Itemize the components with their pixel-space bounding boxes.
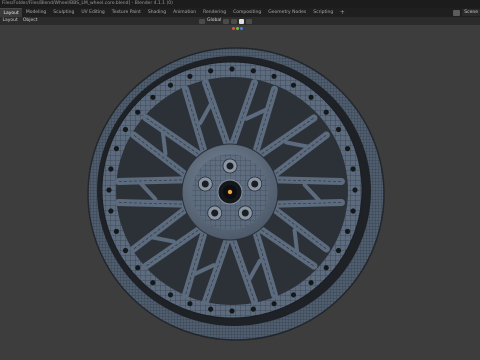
wheel-spoke-link: [160, 130, 168, 156]
workspace-tab-uv-editing[interactable]: UV Editing: [78, 8, 108, 17]
rim-bolt: [290, 292, 297, 298]
rim-bolt: [344, 228, 351, 234]
menu-layout[interactable]: Layout: [0, 17, 20, 25]
3d-viewport[interactable]: [0, 25, 480, 360]
workspace-tab-animation[interactable]: Animation: [170, 8, 200, 17]
wheel-spoke-link: [292, 228, 300, 254]
rim-bolt: [122, 126, 129, 133]
lug-nut-hole: [201, 180, 209, 188]
rim-bolt: [335, 126, 342, 133]
transform-tools: Global: [199, 17, 253, 25]
workspace-tab-sculpting[interactable]: Sculpting: [50, 8, 78, 17]
rim-bolt: [135, 109, 141, 115]
workspace-tab-layout[interactable]: Layout: [0, 7, 23, 18]
rim-bolt: [323, 109, 329, 115]
rim-bolt: [271, 301, 277, 307]
rim-bolt: [187, 301, 193, 307]
scene-label: Scene: [462, 9, 480, 16]
rim-bolt: [229, 66, 235, 72]
workspace-tab-scripting[interactable]: Scripting: [310, 8, 337, 17]
wheel-model: [87, 47, 385, 341]
rim-bolt: [308, 280, 314, 286]
rim-bolt: [350, 208, 356, 214]
rim-bolt: [167, 292, 174, 298]
scene-selector[interactable]: Scene: [453, 8, 480, 17]
rim-bolt: [352, 187, 358, 193]
lug-nut-hole: [211, 209, 219, 217]
rim-bolt: [271, 73, 277, 79]
object-origin-icon[interactable]: [227, 189, 233, 195]
viewport-header: Layout Object Global: [0, 17, 480, 25]
rim-bolt: [113, 228, 120, 234]
add-workspace-button[interactable]: +: [337, 8, 348, 17]
rim-bolt: [187, 73, 193, 79]
window-title: Files/Folder/Files/Blend/Wheel/BBS_LM_wh…: [2, 1, 173, 6]
rim-bolt: [250, 306, 256, 312]
rim-bolt: [344, 146, 351, 152]
proportional-editing-icon[interactable]: [246, 18, 253, 24]
rim-bolt: [208, 306, 214, 312]
workspace-tab-geometry-nodes[interactable]: Geometry Nodes: [265, 8, 310, 17]
rim-bolt: [150, 94, 156, 100]
rim-bolt: [208, 68, 214, 74]
rim-bolt: [108, 208, 114, 214]
pivot-point-icon[interactable]: [223, 18, 230, 24]
lug-nut-hole: [251, 180, 259, 188]
workspace-tab-shading[interactable]: Shading: [144, 8, 169, 17]
workspace-tab-bar: Layout Modeling Sculpting UV Editing Texture…: [0, 7, 480, 18]
rim-bolt: [250, 68, 256, 74]
rim-bolt: [323, 265, 329, 271]
rim-bolt: [113, 146, 120, 152]
rim-bolt: [229, 308, 235, 314]
snap-target-icon[interactable]: [239, 18, 245, 24]
lug-nut-hole: [226, 162, 234, 170]
workspace-tab-compositing[interactable]: Compositing: [230, 8, 265, 17]
lug-nut-hole: [241, 209, 249, 217]
window-titlebar: Files/Folder/Files/Blend/Wheel/BBS_LM_wh…: [0, 0, 480, 8]
rim-bolt: [106, 187, 112, 193]
rim-bolt: [290, 82, 297, 88]
workspace-tab-rendering[interactable]: Rendering: [200, 8, 230, 17]
workspace-tab-texture-paint[interactable]: Texture Paint: [108, 8, 144, 17]
rim-bolt: [150, 280, 156, 286]
menu-object[interactable]: Object: [20, 17, 40, 25]
rim-bolt: [122, 247, 129, 254]
rim-bolt: [135, 265, 141, 271]
rim-bolt: [167, 82, 174, 88]
transform-orientation-icon[interactable]: [199, 18, 205, 24]
workspace-tab-modeling[interactable]: Modeling: [22, 8, 49, 17]
rim-bolt: [308, 94, 314, 100]
transform-orientation-label[interactable]: Global: [207, 17, 221, 25]
snap-icon[interactable]: [231, 18, 238, 24]
rim-bolt: [350, 166, 356, 172]
rim-bolt: [335, 247, 342, 254]
scene-icon: [453, 9, 461, 16]
rim-bolt: [108, 166, 114, 172]
